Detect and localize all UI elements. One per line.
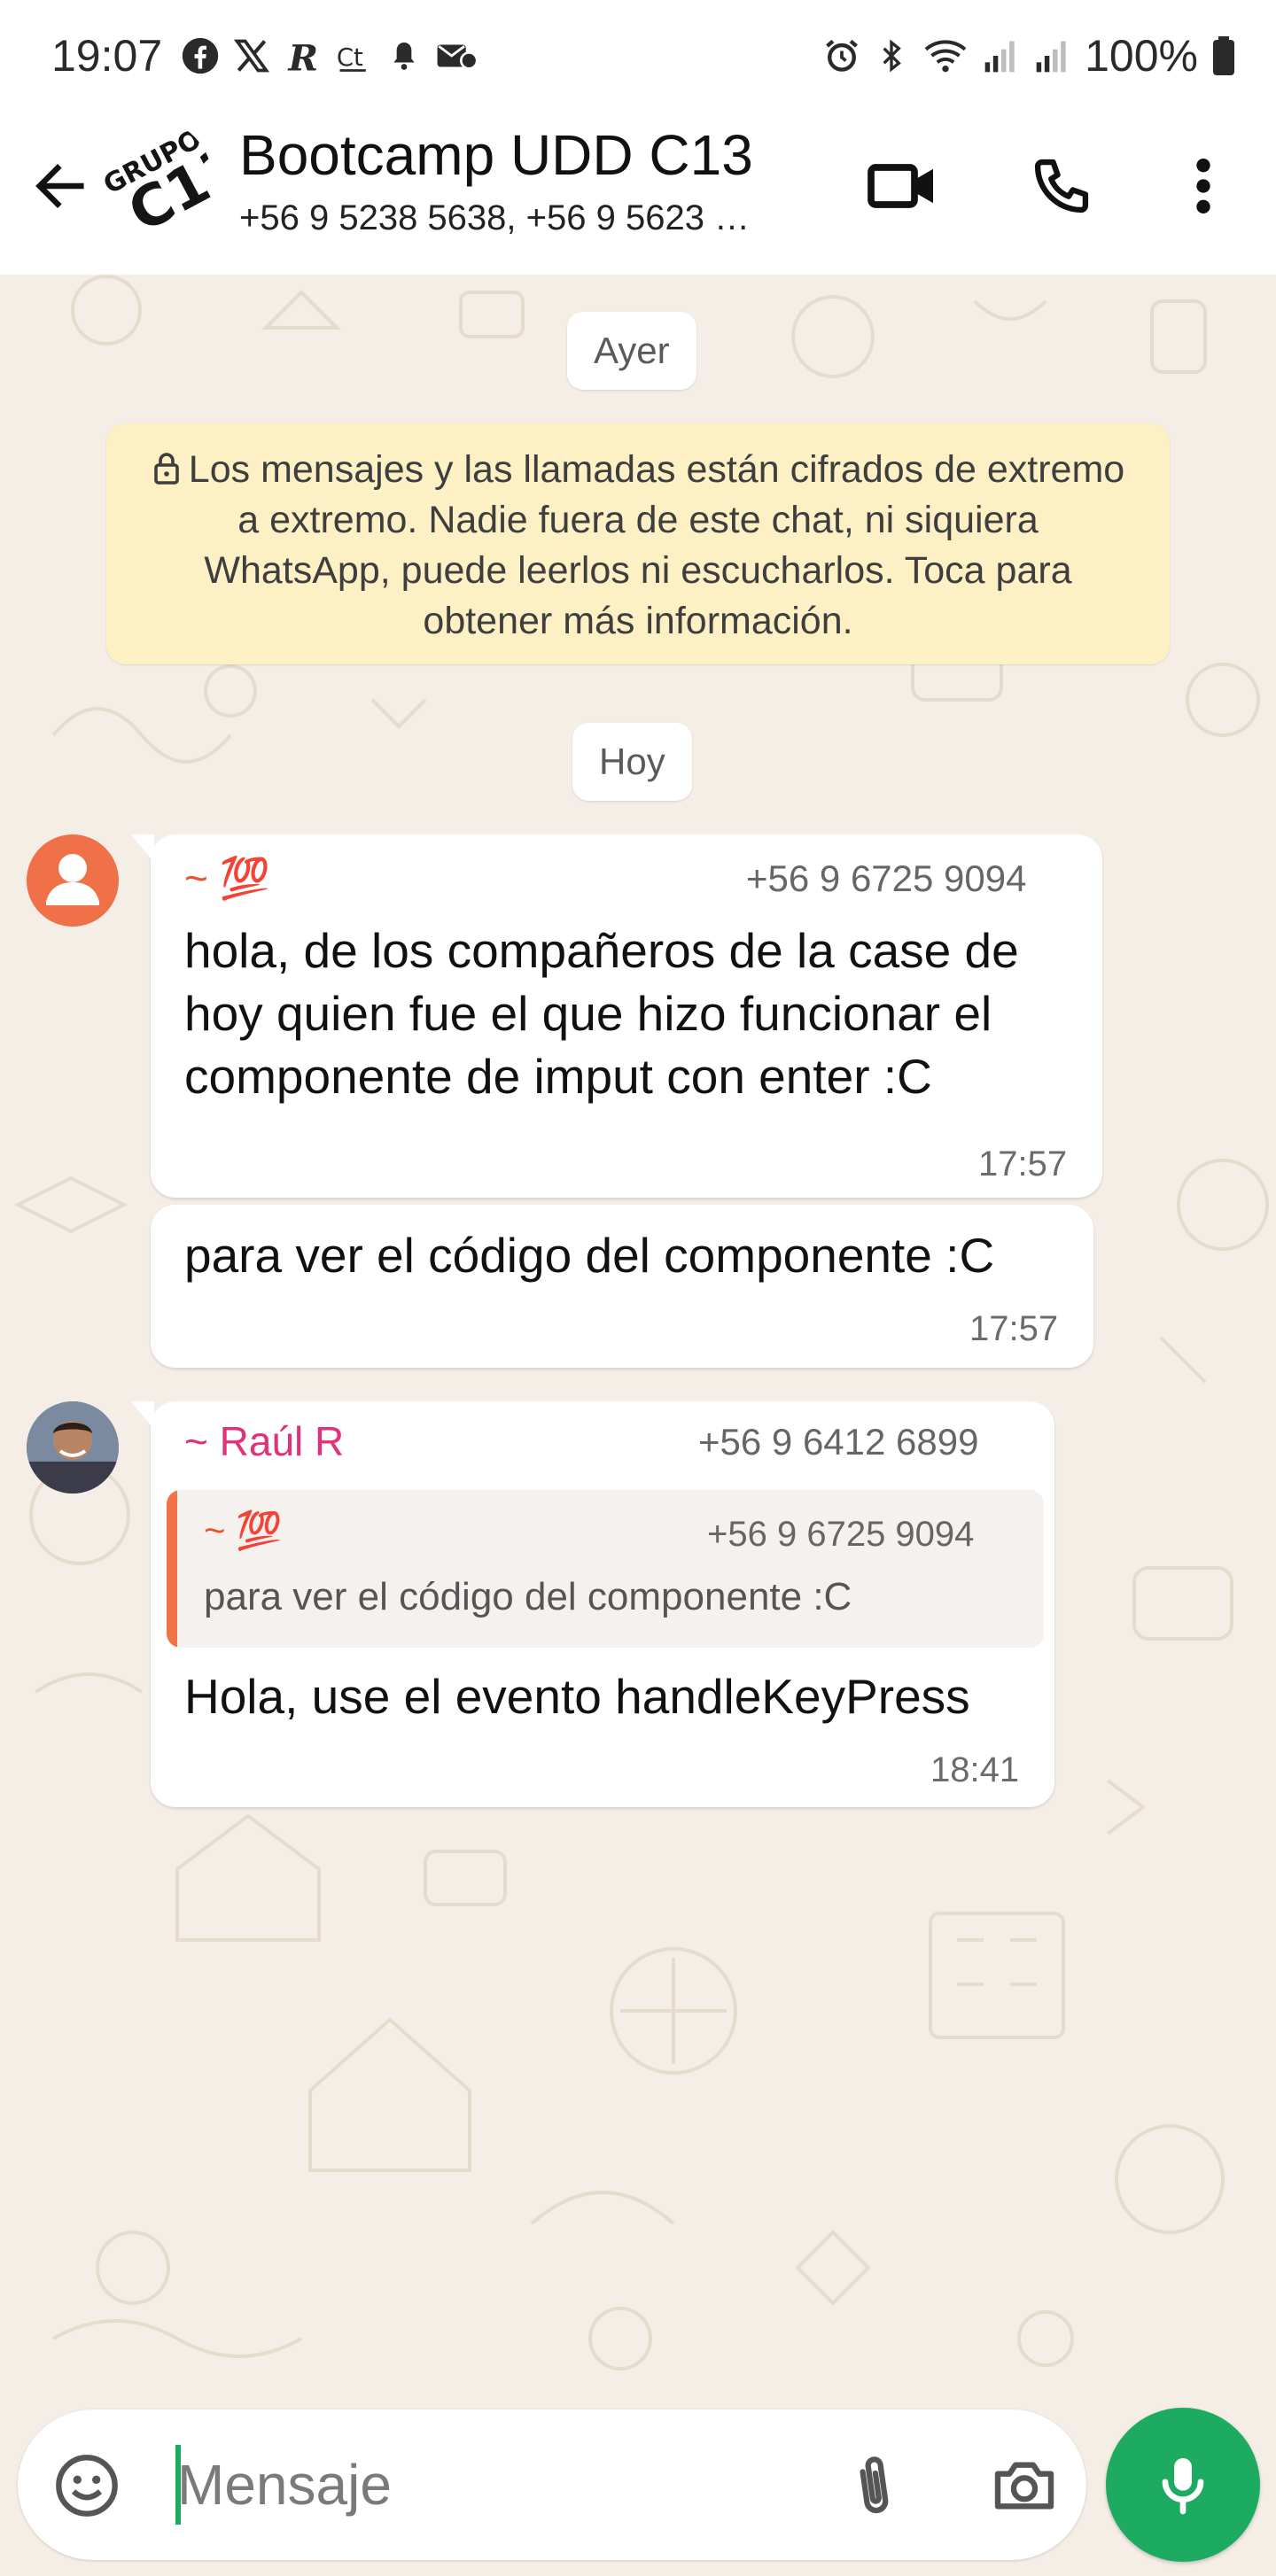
video-call-button[interactable] bbox=[858, 142, 946, 230]
encryption-notice[interactable]: Los mensajes y las llamadas están cifrad… bbox=[106, 423, 1170, 664]
system-icons: 100% bbox=[822, 30, 1237, 81]
message-bubble[interactable]: para ver el código del componente :C 17:… bbox=[151, 1205, 1093, 1368]
r-app-icon: R bbox=[288, 37, 319, 76]
signal-icon bbox=[1036, 41, 1066, 73]
message-time: 18:41 bbox=[930, 1750, 1020, 1789]
sender-phone: +56 9 6412 6899 bbox=[698, 1421, 979, 1463]
group-logo: GRUPO C13 bbox=[89, 119, 213, 243]
sender-avatar-default[interactable] bbox=[27, 834, 119, 927]
date-separator-yesterday: Ayer bbox=[567, 312, 696, 390]
camera-button[interactable] bbox=[985, 2448, 1063, 2523]
paperclip-icon bbox=[860, 2456, 889, 2514]
voice-call-button[interactable] bbox=[1017, 142, 1106, 230]
emoji-button[interactable] bbox=[50, 2448, 124, 2523]
status-time: 19:07 bbox=[51, 31, 163, 81]
quote-accent-bar bbox=[167, 1490, 177, 1648]
sender-name[interactable]: ~ Raúl R bbox=[184, 1417, 344, 1465]
encryption-notice-text: Los mensajes y las llamadas están cifrad… bbox=[188, 448, 1125, 642]
mail-badge-icon bbox=[437, 44, 478, 70]
video-camera-icon bbox=[868, 164, 933, 208]
microphone-icon bbox=[1162, 2458, 1204, 2515]
more-options-button[interactable] bbox=[1159, 142, 1248, 230]
ct-app-icon: Ct bbox=[337, 43, 366, 72]
group-avatar[interactable]: GRUPO C13 bbox=[89, 119, 213, 243]
arrow-left-icon bbox=[35, 164, 84, 208]
wifi-icon bbox=[924, 40, 967, 73]
message-time: 17:57 bbox=[969, 1309, 1059, 1348]
kebab-menu-icon bbox=[1196, 159, 1210, 213]
x-icon bbox=[233, 39, 270, 73]
profile-photo bbox=[27, 1401, 119, 1494]
sender-name[interactable]: ~ 💯 bbox=[184, 854, 270, 903]
quoted-message[interactable]: ~ 💯 +56 9 6725 9094 para ver el código d… bbox=[167, 1490, 1044, 1648]
status-bar: 19:07 R Ct 100% bbox=[0, 0, 1276, 115]
attach-button[interactable] bbox=[836, 2448, 911, 2523]
sender-avatar-raul[interactable] bbox=[27, 1401, 119, 1494]
camera-icon bbox=[994, 2462, 1054, 2510]
sender-phone: +56 9 6725 9094 bbox=[746, 857, 1027, 899]
message-text: hola, de los compañeros de la case de ho… bbox=[184, 923, 1019, 1104]
bell-icon bbox=[393, 43, 415, 70]
message-time: 17:57 bbox=[978, 1144, 1068, 1183]
message-text: para ver el código del componente :C bbox=[184, 1228, 995, 1283]
message-text: Hola, use el evento handleKeyPress bbox=[184, 1669, 970, 1724]
battery-percent: 100% bbox=[1085, 31, 1198, 81]
chat-title[interactable]: Bootcamp UDD C13 bbox=[239, 122, 753, 188]
back-button[interactable] bbox=[25, 151, 96, 221]
voice-message-button[interactable] bbox=[1106, 2408, 1260, 2562]
quoted-text: para ver el código del componente :C bbox=[204, 1575, 852, 1618]
chat-header: GRUPO C13 Bootcamp UDD C13 +56 9 5238 56… bbox=[0, 115, 1276, 275]
message-input[interactable] bbox=[177, 2445, 815, 2525]
alarm-icon bbox=[826, 39, 859, 72]
message-composer bbox=[18, 2409, 1086, 2560]
facebook-icon bbox=[182, 37, 219, 74]
message-bubble[interactable]: ~ Raúl R +56 9 6412 6899 ~ 💯 +56 9 6725 … bbox=[131, 1401, 1054, 1807]
svg-text:Ct: Ct bbox=[337, 43, 363, 72]
quoted-sender-name: ~ 💯 bbox=[204, 1509, 283, 1551]
whatsapp-chat-screen: 19:07 R Ct 100% GRUPO C13 Bootcamp UDD C… bbox=[0, 0, 1276, 2576]
bluetooth-icon bbox=[883, 39, 901, 73]
quoted-sender-phone: +56 9 6725 9094 bbox=[707, 1515, 975, 1554]
notification-icons: R Ct bbox=[181, 34, 478, 78]
phone-icon bbox=[1034, 159, 1089, 213]
message-bubble[interactable]: ~ 💯 +56 9 6725 9094 hola, de los compañe… bbox=[131, 834, 1102, 1198]
person-icon bbox=[46, 854, 99, 905]
signal-icon bbox=[984, 41, 1015, 73]
chat-area[interactable]: Ayer Los mensajes y las llamadas están c… bbox=[0, 275, 1276, 2401]
battery-icon bbox=[1213, 36, 1234, 75]
chat-participants[interactable]: +56 9 5238 5638, +56 9 5623 … bbox=[239, 198, 806, 238]
lock-icon bbox=[153, 453, 179, 485]
emoji-icon bbox=[56, 2455, 118, 2517]
date-separator-today: Hoy bbox=[572, 723, 692, 801]
svg-text:R: R bbox=[288, 37, 319, 76]
